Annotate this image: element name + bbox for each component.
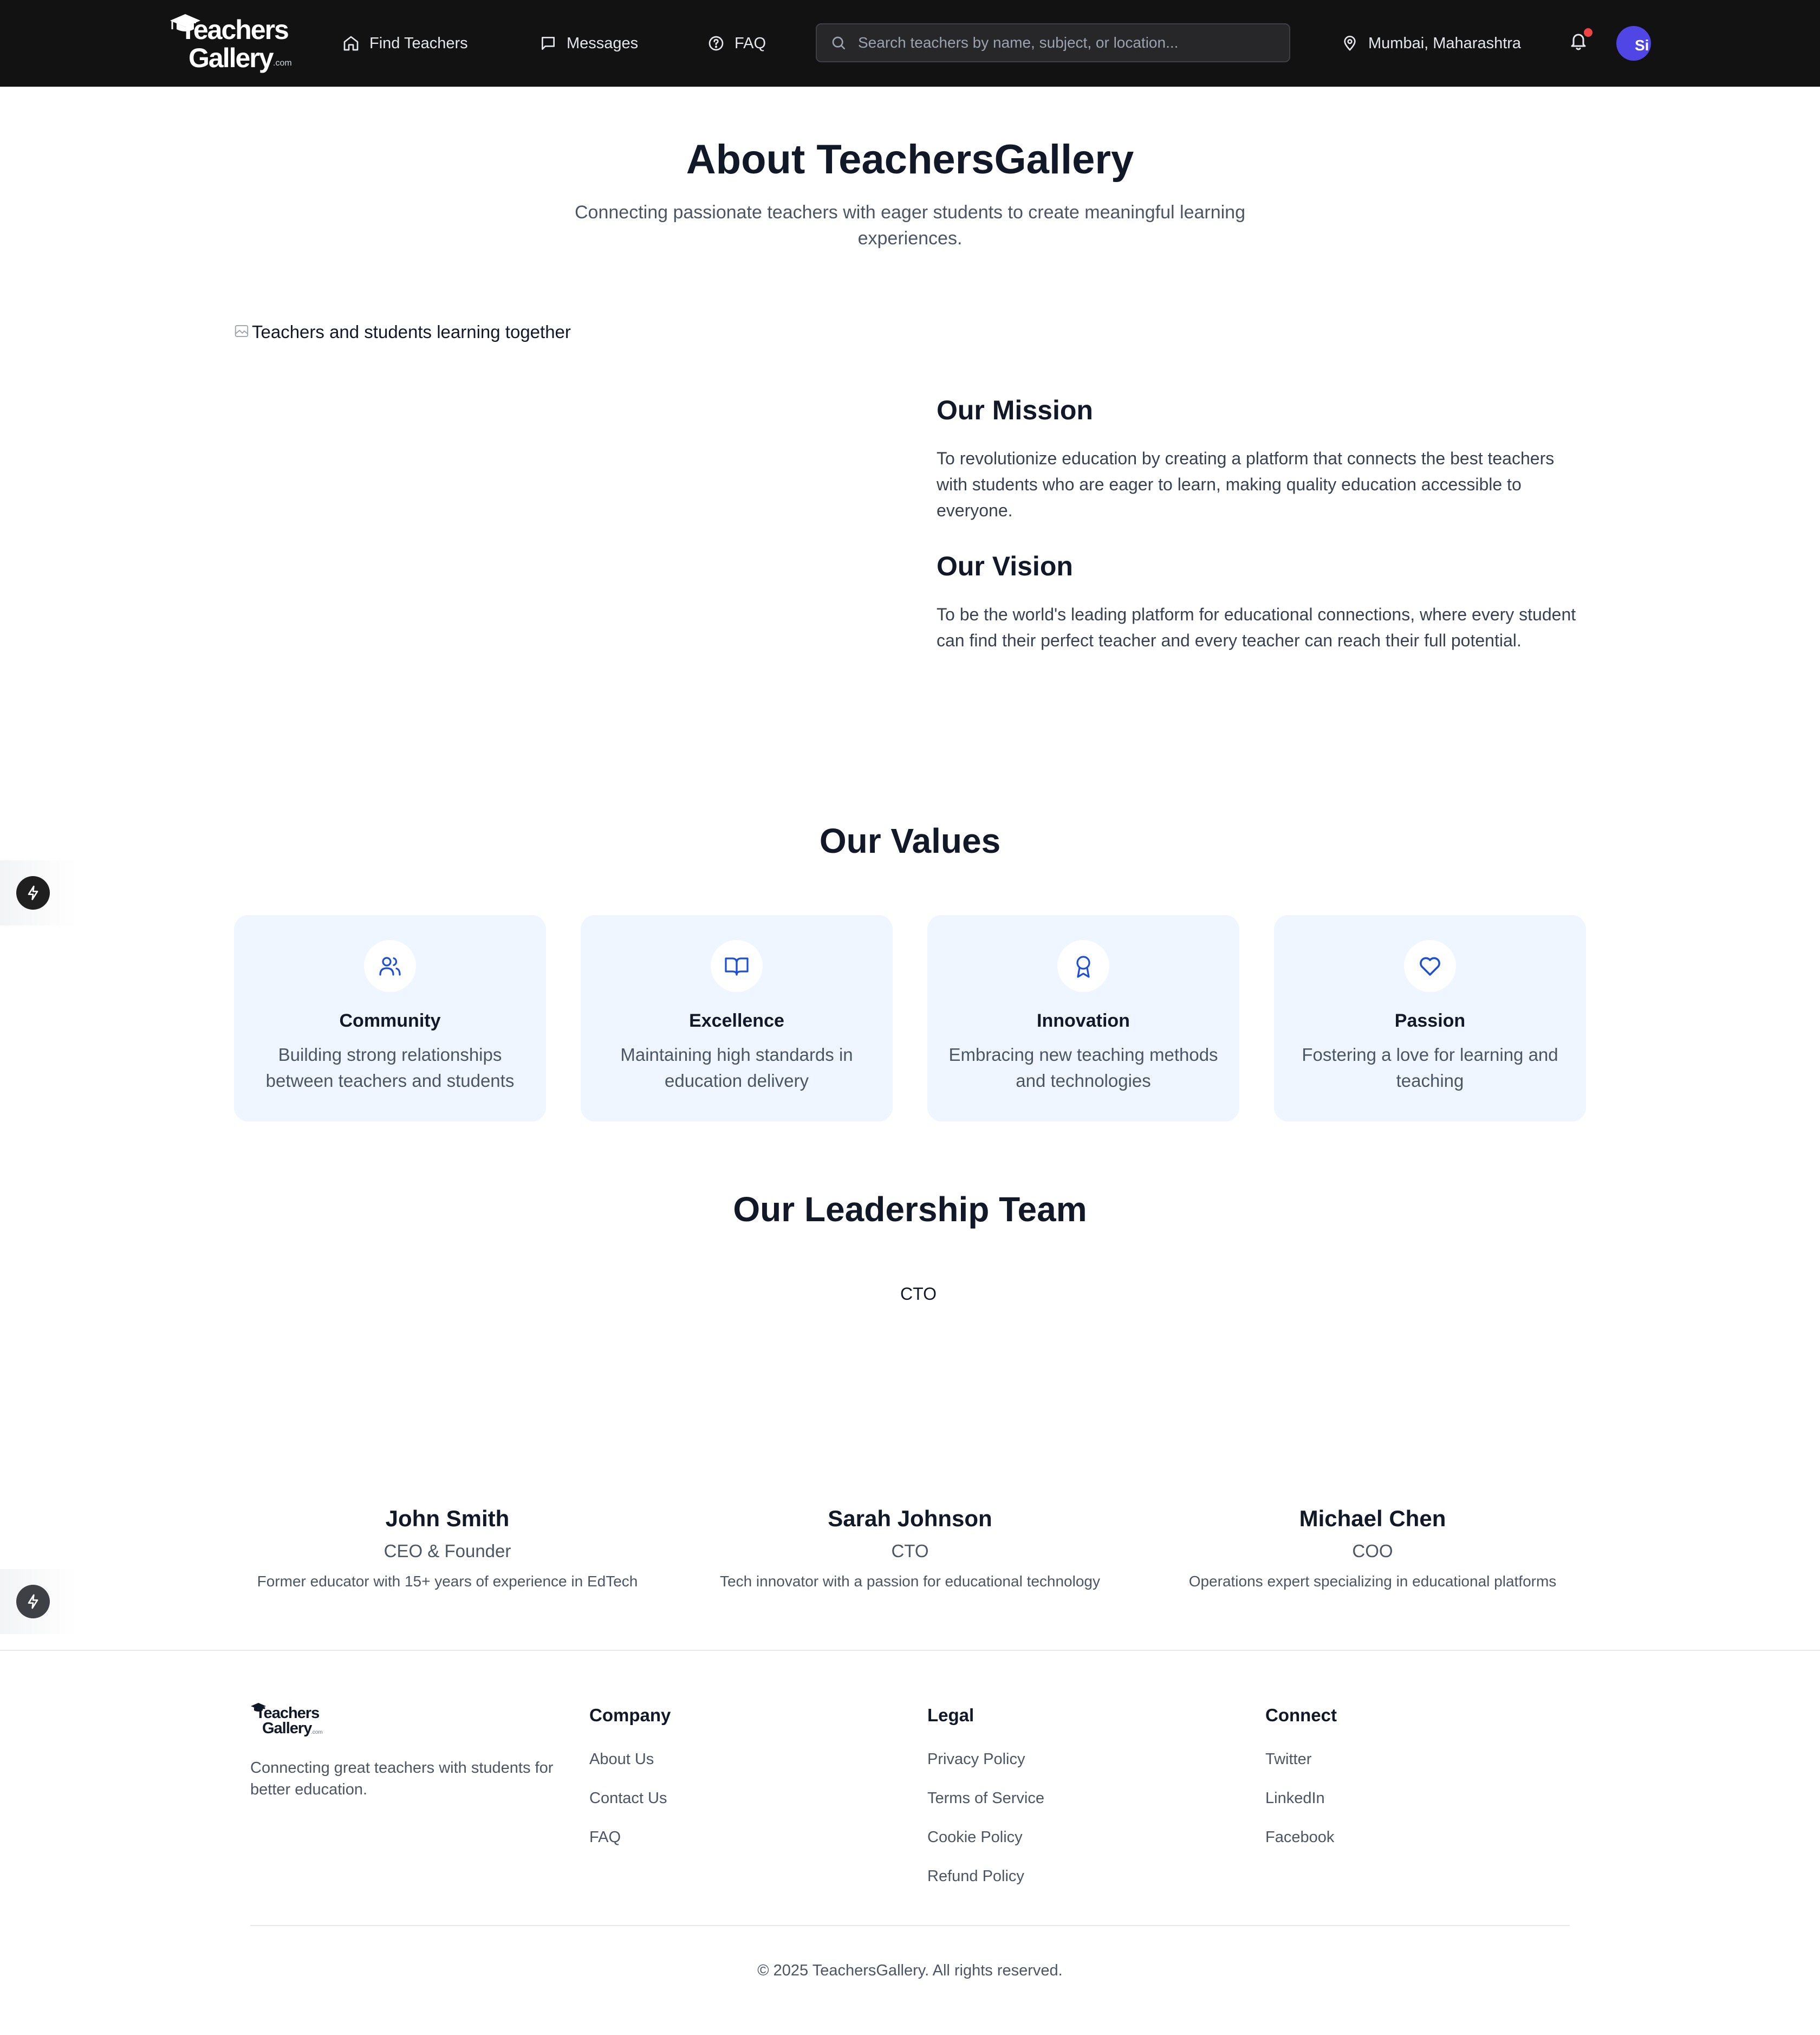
footer-link-faq[interactable]: FAQ xyxy=(589,1829,621,1846)
value-card-passion: Passion Fostering a love for learning an… xyxy=(1274,915,1586,1122)
logo-suffix: .com xyxy=(273,59,292,68)
logo[interactable]: Teachers Gallery .com xyxy=(169,10,294,77)
value-desc: Embracing new teaching methods and techn… xyxy=(948,1045,1218,1091)
footer-legal-title: Legal xyxy=(927,1705,974,1725)
logo-text-line2: Gallery xyxy=(188,43,274,73)
value-title: Excellence xyxy=(689,1010,784,1031)
search-bar[interactable] xyxy=(816,23,1290,62)
footer-link-cookie[interactable]: Cookie Policy xyxy=(927,1829,1023,1846)
nav-messages-label: Messages xyxy=(567,34,639,52)
footer-divider xyxy=(250,1925,1570,1926)
home-icon xyxy=(343,36,359,51)
team-member-card: John Smith CEO & Founder Former educator… xyxy=(220,1503,675,1592)
footer-connect-title: Connect xyxy=(1265,1705,1337,1725)
users-icon xyxy=(379,957,401,976)
value-card-excellence: Excellence Maintaining high standards in… xyxy=(581,915,893,1122)
page-title: About TeachersGallery xyxy=(686,137,1134,183)
about-image: Teachers and students learning together xyxy=(233,322,883,658)
value-desc: Building strong relationships between te… xyxy=(265,1045,515,1091)
footer-tagline: Connecting great teachers with students … xyxy=(250,1759,554,1798)
team-member-name: Sarah Johnson xyxy=(828,1506,992,1531)
vision-text: To be the world's leading platform for e… xyxy=(937,605,1576,650)
about-image-alt: Teachers and students learning together xyxy=(252,322,571,342)
footer-link-contact-us[interactable]: Contact Us xyxy=(589,1790,667,1807)
logo-text-line1: Teachers xyxy=(180,15,289,45)
value-icon-wrap xyxy=(711,940,763,992)
bolt-button[interactable] xyxy=(16,876,50,910)
footer-link-about-us[interactable]: About Us xyxy=(589,1751,654,1768)
location-selector[interactable]: Mumbai, Maharashtra xyxy=(1341,0,1521,87)
value-desc: Fostering a love for learning and teachi… xyxy=(1302,1045,1558,1091)
value-card-innovation: Innovation Embracing new teaching method… xyxy=(927,915,1239,1122)
value-icon-wrap xyxy=(1404,940,1456,992)
team-image-alt: CTO xyxy=(900,1284,937,1304)
team-member-card: Michael Chen COO Operations expert speci… xyxy=(1145,1503,1600,1592)
team-member-name: John Smith xyxy=(385,1506,510,1531)
search-icon xyxy=(832,36,845,49)
notifications-button[interactable] xyxy=(1569,28,1592,56)
nav-find-teachers-label: Find Teachers xyxy=(369,34,468,52)
floating-action-button[interactable] xyxy=(0,1569,76,1634)
value-card-community: Community Building strong relationships … xyxy=(234,915,546,1122)
value-title: Innovation xyxy=(1037,1010,1130,1031)
heart-icon xyxy=(1420,957,1440,976)
footer: Teachers Gallery .com Connecting great t… xyxy=(0,1650,1820,2035)
footer-link-facebook[interactable]: Facebook xyxy=(1265,1829,1334,1846)
top-navbar: Teachers Gallery .com Find Teachers Mess… xyxy=(0,0,1820,87)
footer-link-terms[interactable]: Terms of Service xyxy=(927,1790,1044,1807)
team-member-bio: Operations expert specializing in educat… xyxy=(1188,1573,1557,1590)
mission-text: To revolutionize education by creating a… xyxy=(937,449,1555,520)
page-subtitle-line2: experiences. xyxy=(857,228,963,249)
nav-find-teachers[interactable]: Find Teachers xyxy=(342,0,468,87)
bolt-button[interactable] xyxy=(16,1585,50,1618)
notification-dot xyxy=(1584,28,1592,37)
location-label: Mumbai, Maharashtra xyxy=(1368,34,1522,52)
nav-faq[interactable]: FAQ xyxy=(707,0,766,87)
footer-logo[interactable]: Teachers Gallery .com xyxy=(250,1702,326,1740)
team-member-bio: Former educator with 15+ years of experi… xyxy=(257,1573,638,1590)
footer-company-title: Company xyxy=(589,1705,671,1725)
message-icon xyxy=(542,37,555,50)
footer-link-linkedin[interactable]: LinkedIn xyxy=(1265,1790,1325,1807)
book-open-icon xyxy=(725,957,749,976)
award-icon xyxy=(1076,956,1090,978)
team-member-role: CEO & Founder xyxy=(384,1541,511,1561)
mission-title: Our Mission xyxy=(937,395,1093,425)
help-circle-icon xyxy=(708,36,724,51)
team-member-bio: Tech innovator with a passion for educat… xyxy=(720,1573,1100,1590)
avatar-initials: Si xyxy=(1635,37,1649,54)
footer-copyright: © 2025 TeachersGallery. All rights reser… xyxy=(757,1962,1063,1979)
footer-logo-line2: Gallery xyxy=(262,1720,312,1737)
nav-messages[interactable]: Messages xyxy=(540,0,638,87)
value-icon-wrap xyxy=(364,940,416,992)
team-member-name: Michael Chen xyxy=(1299,1506,1446,1531)
vision-title: Our Vision xyxy=(937,551,1073,581)
lightning-icon xyxy=(28,885,38,900)
footer-link-privacy[interactable]: Privacy Policy xyxy=(927,1751,1025,1768)
nav-faq-label: FAQ xyxy=(734,34,766,52)
team-member-card: Sarah Johnson CTO Tech innovator with a … xyxy=(682,1503,1138,1592)
team-member-role: CTO xyxy=(891,1541,929,1561)
values-title: Our Values xyxy=(819,821,1001,860)
team-title: Our Leadership Team xyxy=(733,1190,1087,1229)
footer-logo-suffix: .com xyxy=(311,1729,323,1735)
lightning-icon xyxy=(28,1594,38,1609)
map-pin-icon xyxy=(1344,36,1356,51)
team-member-role: COO xyxy=(1352,1541,1393,1561)
value-title: Community xyxy=(339,1010,441,1031)
footer-link-twitter[interactable]: Twitter xyxy=(1265,1751,1311,1768)
footer-link-refund[interactable]: Refund Policy xyxy=(927,1868,1024,1885)
value-desc: Maintaining high standards in education … xyxy=(620,1045,853,1091)
broken-image-icon xyxy=(235,325,249,337)
floating-action-button[interactable] xyxy=(0,860,76,925)
page-subtitle-line1: Connecting passionate teachers with eage… xyxy=(575,202,1245,223)
value-title: Passion xyxy=(1394,1010,1466,1031)
value-icon-wrap xyxy=(1057,940,1109,992)
user-avatar[interactable]: Si xyxy=(1616,26,1651,61)
search-input[interactable] xyxy=(858,34,1280,51)
